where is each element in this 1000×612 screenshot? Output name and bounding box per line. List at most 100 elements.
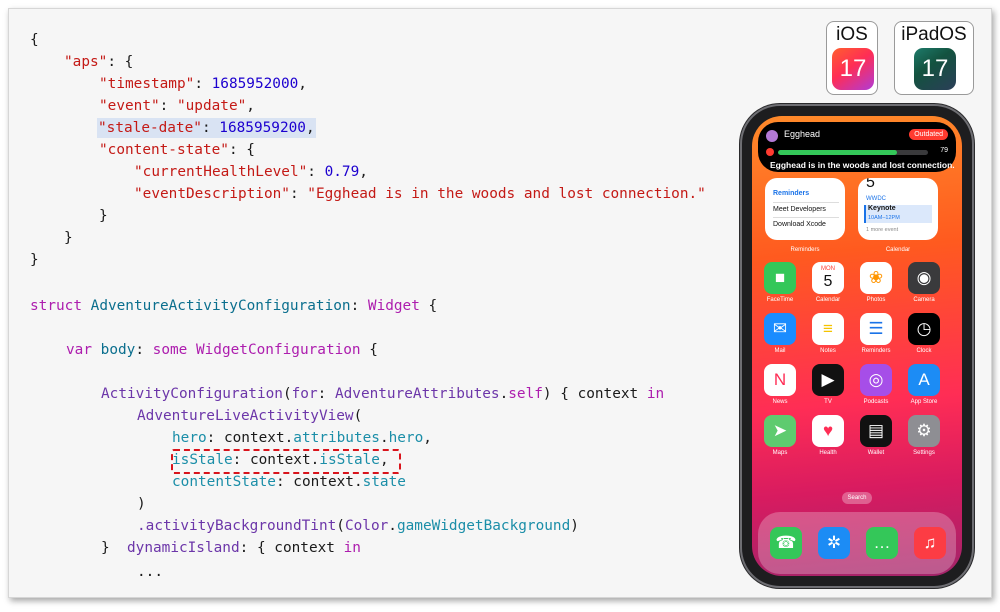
music-icon[interactable]: ♫ — [914, 527, 946, 559]
search-label: Search — [847, 495, 867, 501]
app-label: Calendar — [815, 297, 841, 303]
background-tint-call: .activityBackgroundTint — [137, 518, 337, 534]
tv-icon[interactable]: ▶ — [812, 364, 844, 396]
maps-icon[interactable]: ➤ — [764, 415, 796, 447]
health-value: 0.79 — [324, 164, 360, 180]
reminders-widget[interactable]: Reminders Meet Developers Download Xcode — [765, 178, 845, 240]
dock: ☎ ✲ … ♫ — [758, 512, 956, 574]
calendar-event-group: WWDC — [866, 196, 886, 202]
egghead-avatar-icon — [766, 130, 778, 142]
reminders-widget-label: Reminders — [790, 247, 820, 253]
close-brace: } — [101, 540, 110, 556]
app-label: Wallet — [867, 450, 885, 456]
app-label: FaceTime — [766, 297, 794, 303]
app-label: Notes — [820, 348, 836, 354]
app-label: Photos — [866, 297, 886, 303]
json-content-state-line: "content-state": { — [99, 142, 255, 158]
aps-key: "aps" — [64, 54, 108, 70]
var-keyword: var — [66, 342, 92, 358]
swift-body-line: var body: some WidgetConfiguration { — [66, 342, 378, 358]
live-activity-island[interactable]: Egghead Outdated 79 Egghead is in the wo… — [758, 122, 956, 172]
json-close-brace: } — [99, 208, 108, 224]
body-name: body — [100, 342, 136, 358]
json-close-brace: } — [30, 252, 39, 268]
swift-activity-config-line: ActivityConfiguration(for: AdventureAttr… — [101, 386, 665, 402]
app-label: Health — [819, 450, 837, 456]
app-label: App Store — [910, 399, 938, 405]
json-health-line: "currentHealthLevel": 0.79, — [134, 164, 368, 180]
dynamic-island-label: dynamicIsland — [127, 540, 240, 556]
json-open-brace: { — [30, 29, 39, 51]
health-bar-fill — [778, 150, 897, 155]
color-type: Color — [344, 518, 389, 534]
app-label: Mail — [774, 348, 786, 354]
notes-icon[interactable]: ≡ — [812, 313, 844, 345]
timestamp-key: "timestamp" — [99, 76, 195, 92]
swift-hero-line: hero: context.attributes.hero, — [172, 430, 432, 446]
iphone-mockup: Egghead Outdated 79 Egghead is in the wo… — [742, 106, 972, 586]
podcasts-icon[interactable]: ◎ — [860, 364, 892, 396]
phone-icon[interactable]: ☎ — [770, 527, 802, 559]
slide: { "aps": { "timestamp": 1685952000, "eve… — [8, 8, 992, 598]
search-pill[interactable]: Search — [842, 492, 872, 504]
facetime-icon[interactable]: ■ — [764, 262, 796, 294]
safari-icon[interactable]: ✲ — [818, 527, 850, 559]
context-ref: context. — [223, 430, 294, 446]
clock-icon[interactable]: ◷ — [908, 313, 940, 345]
stale-date-key: "stale-date" — [98, 120, 202, 136]
json-timestamp-line: "timestamp": 1685952000, — [99, 76, 307, 92]
swift-struct-line: struct AdventureActivityConfiguration: W… — [30, 298, 438, 314]
swift-live-view-line: AdventureLiveActivityView( — [137, 408, 363, 424]
swift-bg-tint-line: .activityBackgroundTint(Color.gameWidget… — [137, 518, 579, 534]
phone-screen: Egghead Outdated 79 Egghead is in the wo… — [752, 116, 962, 576]
stale-date-value: 1685959200 — [219, 120, 306, 136]
hero-label: hero — [172, 430, 207, 446]
camera-icon[interactable]: ◉ — [908, 262, 940, 294]
settings-icon[interactable]: ⚙ — [908, 415, 940, 447]
health-icon[interactable]: ♥ — [812, 415, 844, 447]
calendar-widget-label: Calendar — [885, 247, 911, 253]
ipados-17-icon: 17 — [914, 48, 956, 90]
ios-17-badge: iOS 17 — [826, 21, 878, 95]
wallet-icon[interactable]: ▤ — [860, 415, 892, 447]
attributes-prop: attributes — [293, 430, 380, 446]
app-store-icon[interactable]: A — [908, 364, 940, 396]
reminders-heading: Reminders — [773, 190, 810, 197]
divider — [773, 217, 839, 218]
reminders-icon[interactable]: ☰ — [860, 313, 892, 345]
app-label: Clock — [916, 348, 932, 354]
content-state-key: "content-state" — [99, 142, 229, 158]
event-key: "event" — [99, 98, 160, 114]
calendar-icon-weekday: MON — [821, 266, 835, 272]
live-activity-view: AdventureLiveActivityView — [137, 408, 354, 424]
ipados-label: iPadOS — [901, 24, 967, 45]
photos-icon[interactable]: ❀ — [860, 262, 892, 294]
struct-keyword: struct — [30, 298, 82, 314]
health-key: "currentHealthLevel" — [134, 164, 308, 180]
description-key: "eventDescription" — [134, 186, 290, 202]
reminder-item: Download Xcode — [773, 221, 826, 228]
health-bar — [778, 150, 928, 155]
reminder-item: Meet Developers — [773, 206, 826, 213]
messages-icon[interactable]: … — [866, 527, 898, 559]
event-value: "update" — [176, 98, 247, 114]
in-keyword: in — [646, 386, 665, 402]
app-label: Maps — [772, 450, 788, 456]
news-icon[interactable]: N — [764, 364, 796, 396]
calendar-widget[interactable]: 5 WWDC Keynote 10AM–12PM 1 more event — [858, 178, 938, 240]
config-type: WidgetConfiguration — [195, 342, 361, 358]
game-widget-background: gameWidgetBackground — [396, 518, 571, 534]
app-label: TV — [824, 399, 832, 405]
live-activity-description: Egghead is in the woods and lost connect… — [770, 160, 955, 170]
for-label: for — [291, 386, 318, 402]
calendar-icon[interactable]: MON 5 — [812, 262, 844, 294]
swift-dynamic-island-line: } dynamicIsland: { context in — [101, 540, 361, 556]
description-value: "Egghead is in the woods and lost connec… — [307, 186, 706, 202]
timestamp-value: 1685952000 — [211, 76, 299, 92]
brace: { — [30, 32, 39, 48]
json-stale-date-line: "stale-date": 1685959200, — [97, 117, 316, 139]
swift-content-state-line: contentState: context.state — [172, 474, 406, 490]
some-keyword: some — [152, 342, 188, 358]
mail-icon[interactable]: ✉ — [764, 313, 796, 345]
content-state-label: contentState — [172, 474, 276, 490]
